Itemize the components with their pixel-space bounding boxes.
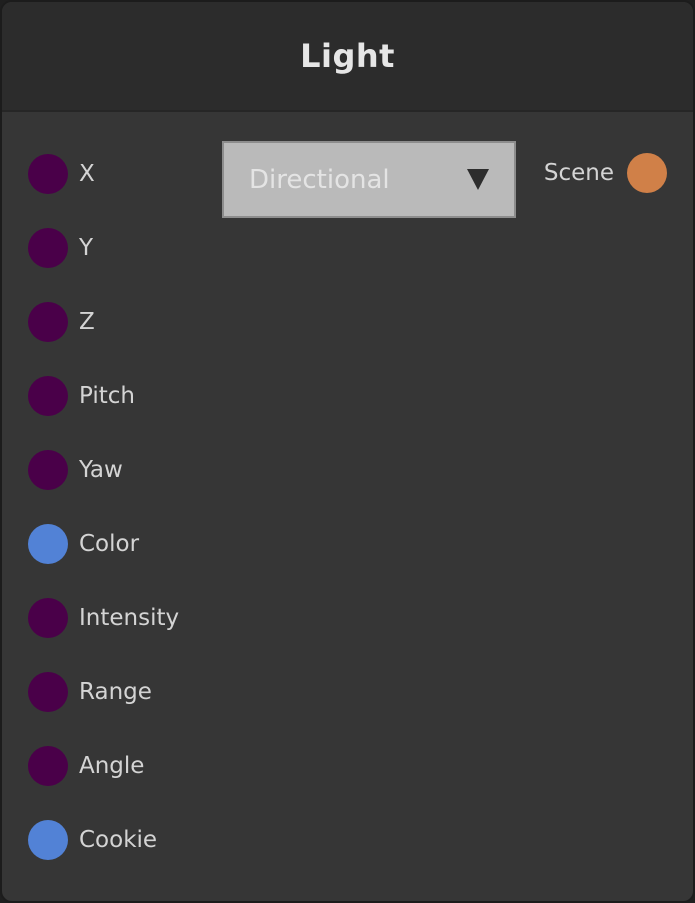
input-port-z[interactable]: Z [28,302,95,342]
port-circle-icon[interactable] [627,153,667,193]
port-label: Y [79,235,94,261]
input-port-color[interactable]: Color [28,524,139,564]
light-node[interactable]: Light X Y Z Pitch Yaw Color Intensity Ra… [0,0,695,903]
input-port-intensity[interactable]: Intensity [28,598,179,638]
node-title: Light [300,37,395,75]
port-label: Yaw [79,457,123,483]
dropdown-value: Directional [249,164,390,195]
output-port-scene[interactable]: Scene [544,153,667,193]
port-circle-icon[interactable] [28,524,68,564]
port-label: Cookie [79,827,158,853]
input-port-angle[interactable]: Angle [28,746,144,786]
port-circle-icon[interactable] [28,228,68,268]
input-port-y[interactable]: Y [28,228,93,268]
port-label: Scene [543,160,614,186]
port-circle-icon[interactable] [28,376,68,416]
port-circle-icon[interactable] [28,302,68,342]
port-circle-icon[interactable] [28,746,68,786]
dropdown-arrow-icon[interactable] [467,169,489,190]
input-port-cookie[interactable]: Cookie [28,820,157,860]
input-port-yaw[interactable]: Yaw [28,450,123,490]
port-circle-icon[interactable] [28,672,68,712]
input-port-range[interactable]: Range [28,672,152,712]
input-port-pitch[interactable]: Pitch [28,376,135,416]
port-label: Pitch [79,383,135,409]
port-label: Intensity [79,605,180,631]
port-label: Color [79,531,140,557]
port-label: Z [79,309,95,335]
port-label: Range [79,679,152,705]
port-label: Angle [79,753,145,779]
port-label: X [79,161,95,187]
port-circle-icon[interactable] [28,598,68,638]
port-circle-icon[interactable] [28,820,68,860]
port-circle-icon[interactable] [28,450,68,490]
port-circle-icon[interactable] [28,154,68,194]
light-type-dropdown[interactable]: Directional [222,141,516,218]
node-header[interactable]: Light [2,2,693,112]
input-port-x[interactable]: X [28,154,95,194]
